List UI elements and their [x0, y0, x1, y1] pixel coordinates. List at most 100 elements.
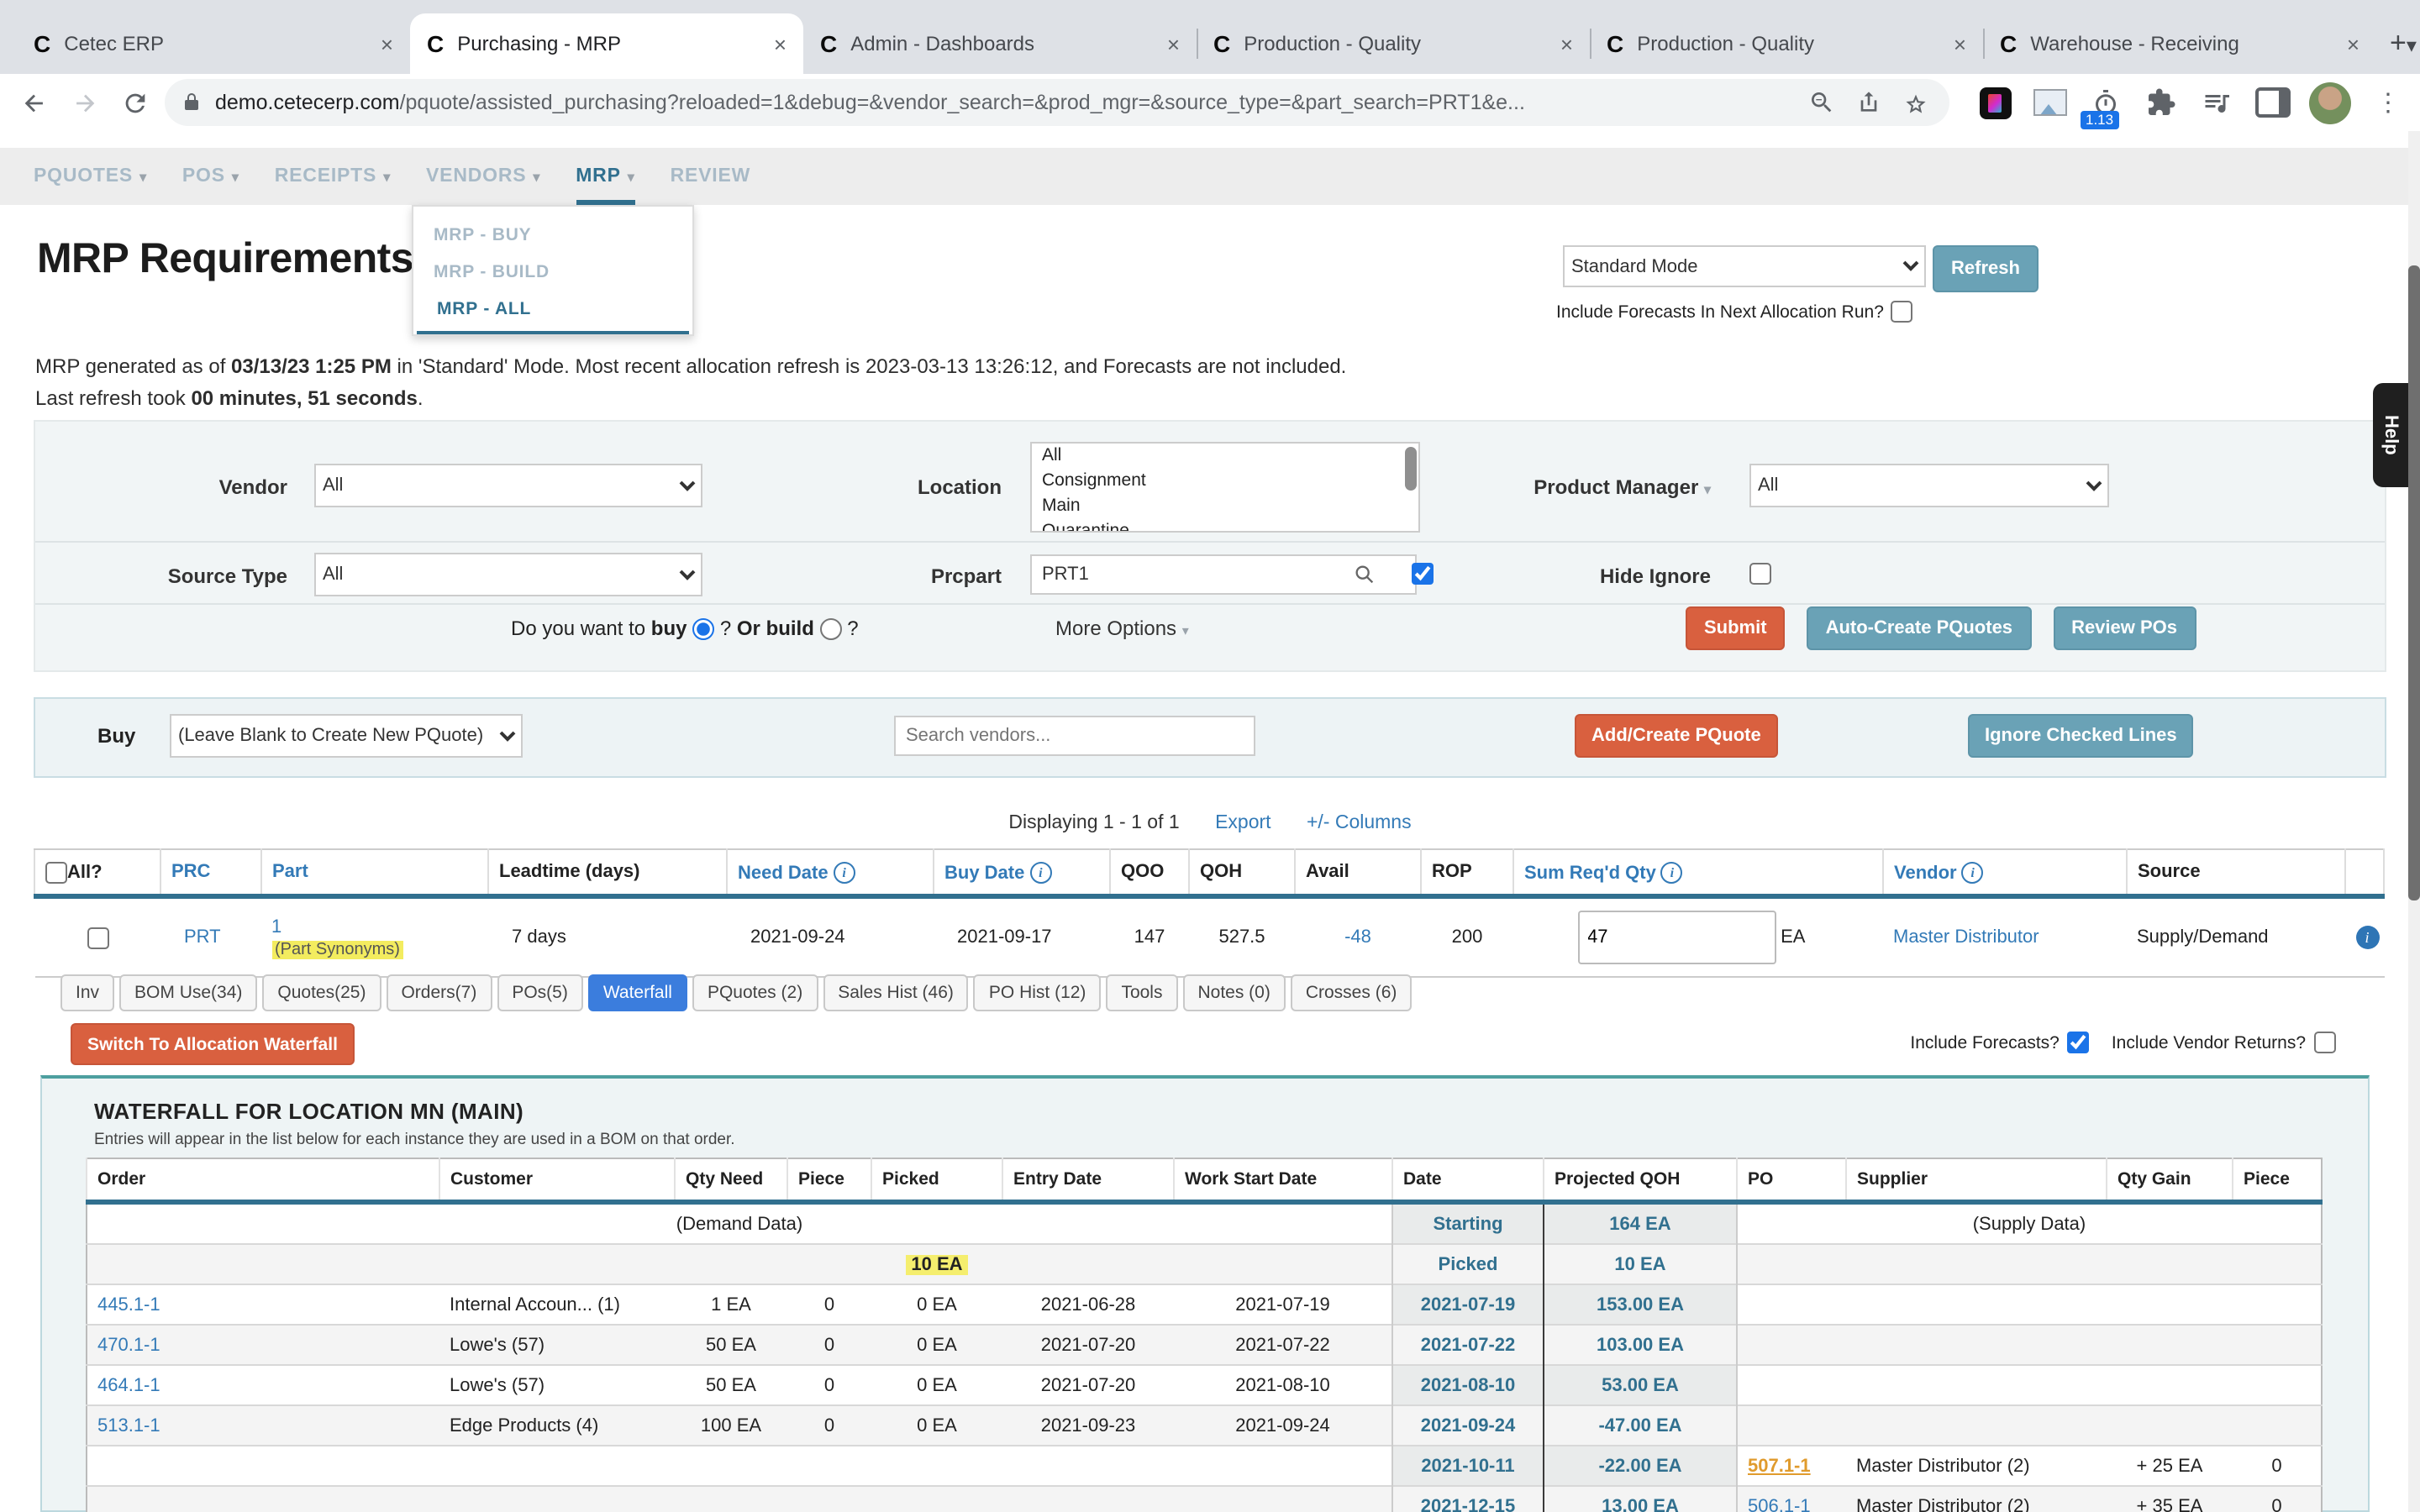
location-option[interactable]: All: [1032, 444, 1418, 469]
mode-select[interactable]: Standard Mode: [1563, 245, 1926, 287]
location-option[interactable]: Quarantine: [1032, 520, 1418, 533]
playlist-extension-icon[interactable]: [2198, 84, 2235, 121]
image-extension-icon[interactable]: [2032, 84, 2069, 121]
vendor-search-input[interactable]: [894, 716, 1255, 756]
select-all-checkbox[interactable]: [45, 861, 67, 883]
add-create-pquote-button[interactable]: Add/Create PQuote: [1575, 714, 1778, 758]
include-forecasts-next-run-checkbox[interactable]: [1891, 301, 1912, 323]
part-tab-bom-use-34[interactable]: BOM Use(34): [119, 974, 257, 1011]
location-option[interactable]: Consignment: [1032, 469, 1418, 494]
browser-tab[interactable]: CAdmin - Dashboards×: [803, 13, 1197, 74]
part-tab-tools[interactable]: Tools: [1106, 974, 1177, 1011]
buy-radio[interactable]: [692, 619, 714, 641]
build-radio[interactable]: [820, 619, 842, 641]
ignore-checked-lines-button[interactable]: Ignore Checked Lines: [1968, 714, 2194, 758]
listbox-scrollbar[interactable]: [1405, 447, 1417, 491]
sum-reqd-qty-column-header[interactable]: Sum Req'd Qtyi: [1513, 849, 1883, 896]
location-listbox[interactable]: All Consignment Main Quarantine: [1030, 442, 1420, 533]
part-tab-inv[interactable]: Inv: [60, 974, 114, 1011]
source-type-select[interactable]: All: [314, 553, 702, 596]
info-icon[interactable]: i: [1661, 861, 1683, 883]
waterfall-link-cell[interactable]: 445.1-1: [87, 1284, 439, 1325]
columns-link[interactable]: +/- Columns: [1307, 813, 1412, 833]
waterfall-link-cell[interactable]: 470.1-1: [87, 1325, 439, 1365]
nav-item-pquotes[interactable]: PQUOTES▾: [34, 148, 147, 205]
row-checkbox[interactable]: [87, 927, 108, 948]
prc-link[interactable]: PRT: [160, 896, 261, 977]
part-tab-pos-5[interactable]: POs(5): [497, 974, 583, 1011]
review-pos-button[interactable]: Review POs: [2053, 606, 2196, 650]
info-icon[interactable]: i: [834, 861, 855, 883]
tab-close-icon[interactable]: ×: [1557, 31, 1576, 56]
browser-tab[interactable]: CProduction - Quality×: [1197, 13, 1590, 74]
include-forecasts-checkbox[interactable]: [2068, 1032, 2090, 1053]
new-tab-button[interactable]: +: [2390, 27, 2407, 60]
include-vendor-returns-checkbox[interactable]: [2314, 1032, 2336, 1053]
refresh-button[interactable]: Refresh: [1933, 245, 2039, 292]
waterfall-link-cell[interactable]: 506.1-1: [1737, 1486, 1846, 1512]
page-scrollbar[interactable]: [2408, 131, 2420, 1512]
zoom-out-icon[interactable]: [1805, 86, 1839, 119]
address-bar[interactable]: demo.cetecerp.com/pquote/assisted_purcha…: [165, 79, 1949, 126]
info-icon[interactable]: i: [1962, 861, 1984, 883]
tab-search-chevron-icon[interactable]: ▾: [2407, 34, 2417, 57]
nav-item-vendors[interactable]: VENDORS▾: [426, 148, 540, 205]
vendor-link[interactable]: Master Distributor: [1883, 896, 2127, 977]
dropdown-item-mrp-buy[interactable]: MRP - BUY: [413, 217, 692, 254]
stopwatch-extension-icon[interactable]: 1.13: [2087, 84, 2124, 121]
part-tab-po-hist-12[interactable]: PO Hist (12): [974, 974, 1102, 1011]
part-tab-pquotes-2[interactable]: PQuotes (2): [692, 974, 818, 1011]
submit-button[interactable]: Submit: [1686, 606, 1786, 650]
waterfall-link-cell[interactable]: 464.1-1: [87, 1365, 439, 1405]
export-link[interactable]: Export: [1215, 813, 1271, 833]
part-tab-orders-7[interactable]: Orders(7): [386, 974, 492, 1011]
search-icon[interactable]: [1353, 563, 1376, 586]
help-tab[interactable]: Help: [2373, 383, 2408, 487]
qty-input[interactable]: [1577, 911, 1776, 964]
info-icon[interactable]: i: [1029, 861, 1051, 883]
reload-button[interactable]: [114, 82, 155, 123]
part-tab-waterfall[interactable]: Waterfall: [588, 974, 687, 1011]
more-options-link[interactable]: More Options ▾: [1055, 617, 1189, 640]
part-synonyms-tag[interactable]: (Part Synonyms): [271, 940, 403, 958]
part-column-header[interactable]: Part: [261, 849, 488, 896]
part-link[interactable]: 1: [271, 916, 281, 937]
pquote-select[interactable]: (Leave Blank to Create New PQuote): [170, 714, 523, 758]
nav-item-mrp[interactable]: MRP▾: [576, 148, 634, 205]
tab-close-icon[interactable]: ×: [2344, 31, 2363, 56]
tab-close-icon[interactable]: ×: [377, 31, 397, 56]
nav-item-receipts[interactable]: RECEIPTS▾: [275, 148, 391, 205]
share-icon[interactable]: [1852, 86, 1886, 119]
dropdown-item-mrp-build[interactable]: MRP - BUILD: [413, 254, 692, 291]
scrollbar-thumb[interactable]: [2408, 265, 2420, 900]
vendor-select[interactable]: All: [314, 464, 702, 507]
nav-item-pos[interactable]: POS▾: [182, 148, 239, 205]
part-tab-quotes-25[interactable]: Quotes(25): [262, 974, 381, 1011]
browser-menu-icon[interactable]: ⋮: [2370, 84, 2407, 121]
dropdown-item-mrp-all[interactable]: MRP - ALL: [417, 291, 689, 334]
tab-close-icon[interactable]: ×: [1950, 31, 1970, 56]
product-manager-select[interactable]: All: [1749, 464, 2109, 507]
browser-tab[interactable]: CPurchasing - MRP×: [410, 13, 803, 74]
side-panel-icon[interactable]: [2254, 84, 2291, 121]
profile-avatar[interactable]: [2309, 81, 2351, 123]
info-icon[interactable]: i: [2355, 926, 2379, 949]
forward-button[interactable]: [64, 82, 104, 123]
browser-tab[interactable]: CCetec ERP×: [17, 13, 410, 74]
part-tab-crosses-6[interactable]: Crosses (6): [1291, 974, 1413, 1011]
location-option[interactable]: Main: [1032, 495, 1418, 520]
bookmark-star-icon[interactable]: [1899, 86, 1933, 119]
tab-close-icon[interactable]: ×: [1164, 31, 1183, 56]
need-date-column-header[interactable]: Need Datei: [727, 849, 934, 896]
document-extension-icon[interactable]: [1976, 84, 2013, 121]
part-tab-notes-0[interactable]: Notes (0): [1182, 974, 1285, 1011]
browser-tab[interactable]: CProduction - Quality×: [1590, 13, 1983, 74]
buy-date-column-header[interactable]: Buy Datei: [934, 849, 1110, 896]
part-tab-sales-hist-46[interactable]: Sales Hist (46): [823, 974, 969, 1011]
prc-column-header[interactable]: PRC: [160, 849, 261, 896]
vendor-column-header[interactable]: Vendori: [1883, 849, 2127, 896]
switch-to-allocation-waterfall-button[interactable]: Switch To Allocation Waterfall: [71, 1023, 355, 1065]
extensions-puzzle-icon[interactable]: [2143, 84, 2180, 121]
avail-link[interactable]: -48: [1295, 896, 1421, 977]
nav-item-review[interactable]: REVIEW: [671, 148, 751, 205]
